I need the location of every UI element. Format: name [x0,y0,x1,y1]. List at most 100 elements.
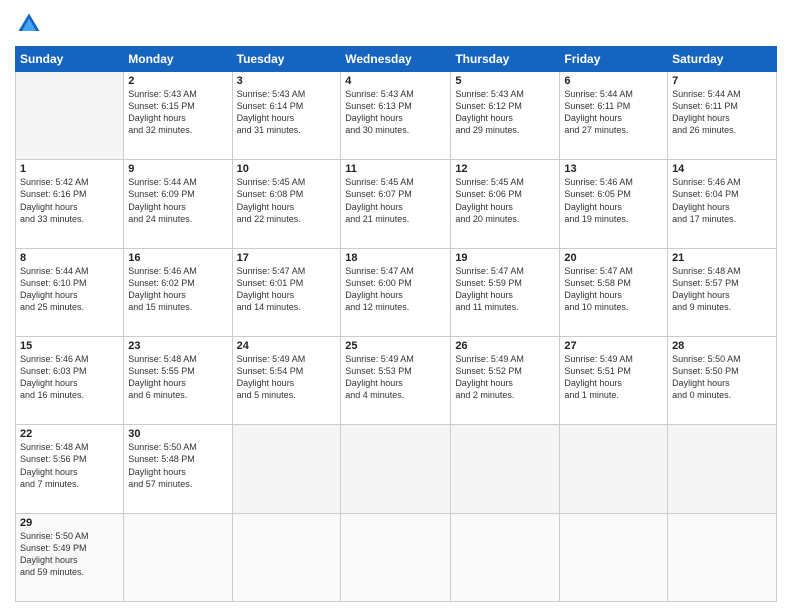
calendar-cell [232,425,341,513]
day-info: Sunrise: 5:47 AM Sunset: 6:01 PM Dayligh… [237,265,337,314]
day-header-wednesday: Wednesday [341,47,451,72]
calendar-cell: 22 Sunrise: 5:48 AM Sunset: 5:56 PM Dayl… [16,425,124,513]
calendar-cell: 4 Sunrise: 5:43 AM Sunset: 6:13 PM Dayli… [341,72,451,160]
calendar-cell: 30 Sunrise: 5:50 AM Sunset: 5:48 PM Dayl… [124,425,232,513]
calendar-cell: 25 Sunrise: 5:49 AM Sunset: 5:53 PM Dayl… [341,336,451,424]
day-number: 6 [564,75,663,87]
day-info: Sunrise: 5:45 AM Sunset: 6:06 PM Dayligh… [455,176,555,225]
logo [15,10,47,38]
day-number: 19 [455,252,555,264]
day-info: Sunrise: 5:43 AM Sunset: 6:14 PM Dayligh… [237,88,337,137]
day-info: Sunrise: 5:43 AM Sunset: 6:15 PM Dayligh… [128,88,227,137]
day-number: 12 [455,163,555,175]
calendar-cell: 19 Sunrise: 5:47 AM Sunset: 5:59 PM Dayl… [451,248,560,336]
calendar-week-3: 15 Sunrise: 5:46 AM Sunset: 6:03 PM Dayl… [16,336,777,424]
calendar-cell: 13 Sunrise: 5:46 AM Sunset: 6:05 PM Dayl… [560,160,668,248]
day-number: 11 [345,163,446,175]
calendar-cell: 15 Sunrise: 5:46 AM Sunset: 6:03 PM Dayl… [16,336,124,424]
day-number: 15 [20,340,119,352]
day-number: 22 [20,428,119,440]
day-number: 5 [455,75,555,87]
day-info: Sunrise: 5:42 AM Sunset: 6:16 PM Dayligh… [20,176,119,225]
day-info: Sunrise: 5:47 AM Sunset: 5:58 PM Dayligh… [564,265,663,314]
page: SundayMondayTuesdayWednesdayThursdayFrid… [0,0,792,612]
day-info: Sunrise: 5:48 AM Sunset: 5:55 PM Dayligh… [128,353,227,402]
calendar-cell: 23 Sunrise: 5:48 AM Sunset: 5:55 PM Dayl… [124,336,232,424]
header [15,10,777,38]
day-number: 16 [128,252,227,264]
calendar-week-5: 29 Sunrise: 5:50 AM Sunset: 5:49 PM Dayl… [16,513,777,601]
calendar-cell [232,513,341,601]
day-info: Sunrise: 5:44 AM Sunset: 6:11 PM Dayligh… [672,88,772,137]
calendar-cell: 20 Sunrise: 5:47 AM Sunset: 5:58 PM Dayl… [560,248,668,336]
calendar-cell: 11 Sunrise: 5:45 AM Sunset: 6:07 PM Dayl… [341,160,451,248]
day-info: Sunrise: 5:50 AM Sunset: 5:48 PM Dayligh… [128,441,227,490]
day-info: Sunrise: 5:50 AM Sunset: 5:49 PM Dayligh… [20,530,119,579]
day-info: Sunrise: 5:46 AM Sunset: 6:05 PM Dayligh… [564,176,663,225]
day-number: 9 [128,163,227,175]
day-header-saturday: Saturday [668,47,777,72]
day-number: 18 [345,252,446,264]
day-info: Sunrise: 5:45 AM Sunset: 6:07 PM Dayligh… [345,176,446,225]
day-number: 25 [345,340,446,352]
calendar-cell [124,513,232,601]
calendar-cell: 21 Sunrise: 5:48 AM Sunset: 5:57 PM Dayl… [668,248,777,336]
calendar-cell: 5 Sunrise: 5:43 AM Sunset: 6:12 PM Dayli… [451,72,560,160]
calendar-cell [560,425,668,513]
calendar-cell: 28 Sunrise: 5:50 AM Sunset: 5:50 PM Dayl… [668,336,777,424]
day-number: 28 [672,340,772,352]
day-info: Sunrise: 5:45 AM Sunset: 6:08 PM Dayligh… [237,176,337,225]
day-number: 7 [672,75,772,87]
calendar-cell: 8 Sunrise: 5:44 AM Sunset: 6:10 PM Dayli… [16,248,124,336]
day-number: 30 [128,428,227,440]
calendar-week-1: 1 Sunrise: 5:42 AM Sunset: 6:16 PM Dayli… [16,160,777,248]
calendar-cell [341,513,451,601]
calendar-cell [560,513,668,601]
day-info: Sunrise: 5:44 AM Sunset: 6:10 PM Dayligh… [20,265,119,314]
day-number: 26 [455,340,555,352]
day-number: 10 [237,163,337,175]
calendar-week-2: 8 Sunrise: 5:44 AM Sunset: 6:10 PM Dayli… [16,248,777,336]
calendar-cell: 2 Sunrise: 5:43 AM Sunset: 6:15 PM Dayli… [124,72,232,160]
logo-icon [15,10,43,38]
calendar-cell: 16 Sunrise: 5:46 AM Sunset: 6:02 PM Dayl… [124,248,232,336]
day-info: Sunrise: 5:48 AM Sunset: 5:57 PM Dayligh… [672,265,772,314]
day-header-sunday: Sunday [16,47,124,72]
calendar-week-0: 2 Sunrise: 5:43 AM Sunset: 6:15 PM Dayli… [16,72,777,160]
calendar-cell: 1 Sunrise: 5:42 AM Sunset: 6:16 PM Dayli… [16,160,124,248]
calendar-cell: 6 Sunrise: 5:44 AM Sunset: 6:11 PM Dayli… [560,72,668,160]
calendar-cell: 27 Sunrise: 5:49 AM Sunset: 5:51 PM Dayl… [560,336,668,424]
calendar-cell [16,72,124,160]
calendar-cell: 18 Sunrise: 5:47 AM Sunset: 6:00 PM Dayl… [341,248,451,336]
day-header-thursday: Thursday [451,47,560,72]
calendar-cell: 14 Sunrise: 5:46 AM Sunset: 6:04 PM Dayl… [668,160,777,248]
calendar-cell: 10 Sunrise: 5:45 AM Sunset: 6:08 PM Dayl… [232,160,341,248]
day-number: 14 [672,163,772,175]
calendar-cell [668,425,777,513]
day-number: 2 [128,75,227,87]
calendar-cell: 12 Sunrise: 5:45 AM Sunset: 6:06 PM Dayl… [451,160,560,248]
calendar-cell [451,513,560,601]
day-info: Sunrise: 5:50 AM Sunset: 5:50 PM Dayligh… [672,353,772,402]
calendar-cell: 3 Sunrise: 5:43 AM Sunset: 6:14 PM Dayli… [232,72,341,160]
day-number: 4 [345,75,446,87]
day-info: Sunrise: 5:47 AM Sunset: 5:59 PM Dayligh… [455,265,555,314]
day-number: 24 [237,340,337,352]
calendar-cell: 9 Sunrise: 5:44 AM Sunset: 6:09 PM Dayli… [124,160,232,248]
day-info: Sunrise: 5:49 AM Sunset: 5:54 PM Dayligh… [237,353,337,402]
day-number: 8 [20,252,119,264]
day-info: Sunrise: 5:43 AM Sunset: 6:12 PM Dayligh… [455,88,555,137]
day-number: 1 [20,163,119,175]
day-info: Sunrise: 5:43 AM Sunset: 6:13 PM Dayligh… [345,88,446,137]
day-number: 20 [564,252,663,264]
calendar-cell: 7 Sunrise: 5:44 AM Sunset: 6:11 PM Dayli… [668,72,777,160]
day-info: Sunrise: 5:47 AM Sunset: 6:00 PM Dayligh… [345,265,446,314]
day-number: 13 [564,163,663,175]
day-header-tuesday: Tuesday [232,47,341,72]
day-info: Sunrise: 5:44 AM Sunset: 6:09 PM Dayligh… [128,176,227,225]
day-info: Sunrise: 5:46 AM Sunset: 6:02 PM Dayligh… [128,265,227,314]
day-number: 21 [672,252,772,264]
day-info: Sunrise: 5:49 AM Sunset: 5:53 PM Dayligh… [345,353,446,402]
day-info: Sunrise: 5:44 AM Sunset: 6:11 PM Dayligh… [564,88,663,137]
day-info: Sunrise: 5:48 AM Sunset: 5:56 PM Dayligh… [20,441,119,490]
